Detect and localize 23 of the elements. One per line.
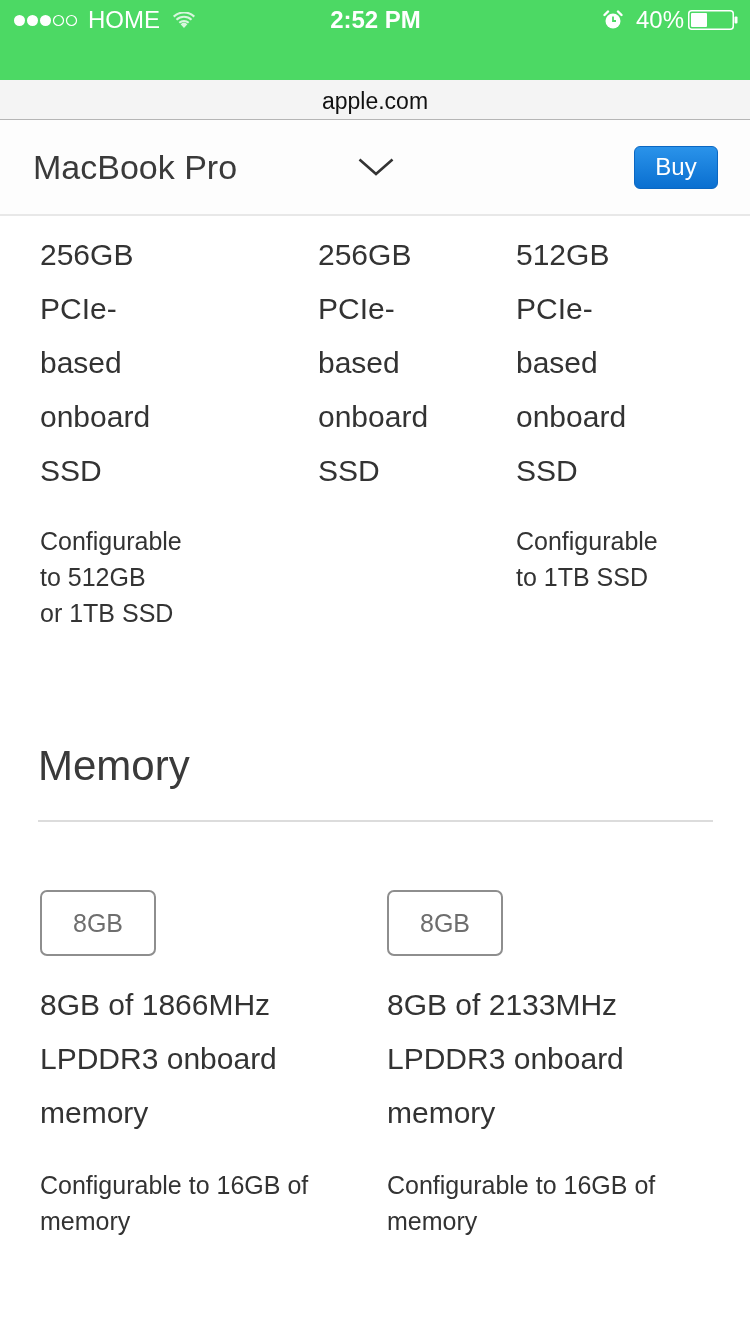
clock-time: 2:52 PM — [330, 6, 421, 34]
battery-icon — [688, 10, 738, 30]
memory-spec-text: 8GB of 2133MHz LPDDR3 onboard memory — [387, 987, 625, 1131]
storage-spec-text: 256GB PCIe-based onboard SSD — [40, 237, 152, 489]
storage-note-text: Configurable to 512GB or 1TB SSD — [40, 526, 182, 629]
buy-button[interactable]: Buy — [634, 145, 718, 189]
battery-percentage: 40% — [635, 6, 684, 34]
section-heading: Memory — [38, 741, 190, 791]
chevron-down-icon[interactable] — [357, 158, 394, 176]
storage-spec-text: 256GB PCIe-based onboard SSD — [318, 237, 430, 489]
storage-note-text: Configurable to 1TB SSD — [516, 526, 658, 593]
memory-note-text: Configurable to 16GB of memory — [387, 1170, 657, 1237]
address-bar[interactable]: apple.com — [0, 80, 750, 120]
wifi-icon — [173, 12, 195, 28]
memory-note-text: Configurable to 16GB of memory — [40, 1170, 310, 1237]
alarm-clock-icon — [602, 10, 623, 30]
memory-size-tag: 8GB — [40, 890, 156, 956]
url-text: apple.com — [321, 87, 429, 114]
carrier-name: HOME — [88, 6, 160, 34]
memory-size-tag: 8GB — [387, 890, 503, 956]
memory-spec-text: 8GB of 1866MHz LPDDR3 onboard memory — [40, 987, 278, 1131]
product-title: MacBook Pro — [33, 147, 238, 187]
storage-spec-text: 512GB PCIe-based onboard SSD — [516, 237, 628, 489]
